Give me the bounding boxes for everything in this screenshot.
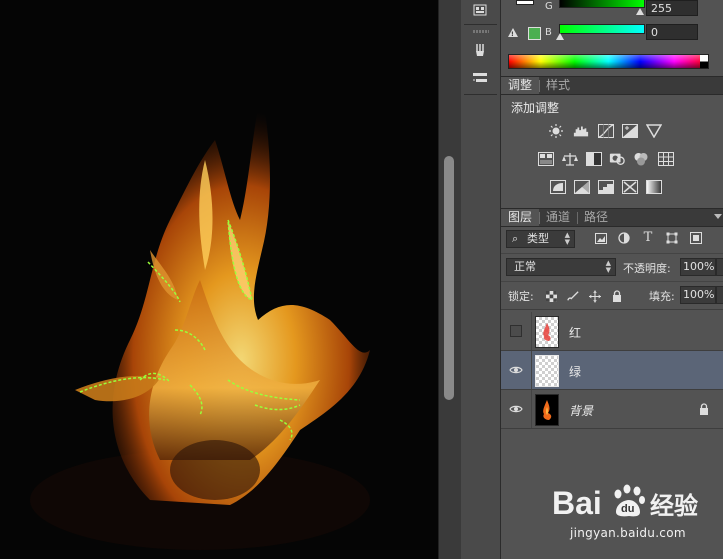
filter-kind-label: 类型 bbox=[527, 232, 549, 245]
lock-image-pixels-icon[interactable] bbox=[567, 290, 579, 302]
opacity-label: 不透明度: bbox=[623, 262, 671, 275]
channel-mixer-icon[interactable] bbox=[633, 152, 649, 166]
layer-row-red[interactable]: 红 bbox=[501, 312, 723, 351]
info-panel-icon[interactable] bbox=[469, 0, 491, 20]
layer-thumbnail bbox=[535, 316, 559, 348]
photo-filter-icon[interactable] bbox=[609, 152, 625, 166]
blend-mode-value: 正常 bbox=[514, 260, 536, 273]
layer-row-background[interactable]: 背景 bbox=[501, 390, 723, 429]
channel-label-g: G bbox=[545, 1, 553, 12]
tab-paths[interactable]: 路径 bbox=[577, 209, 615, 226]
fill-label: 填充: bbox=[649, 290, 675, 303]
opacity-slider-toggle[interactable] bbox=[716, 258, 723, 276]
collapsed-panel-strip bbox=[461, 0, 501, 559]
b-value-field[interactable]: 0 bbox=[646, 24, 698, 40]
filter-smart-objects-icon[interactable] bbox=[690, 232, 702, 244]
layer-row-green[interactable]: 绿 bbox=[501, 351, 723, 390]
web-safe-color-swatch[interactable] bbox=[528, 27, 541, 40]
vibrance-icon[interactable] bbox=[538, 152, 554, 166]
scrollbar-thumb[interactable] bbox=[444, 156, 454, 400]
adjustments-tabbar: 调整 样式 bbox=[501, 76, 723, 95]
layer-thumbnail bbox=[535, 355, 559, 387]
opacity-field[interactable]: 100% bbox=[680, 258, 716, 276]
panel-menu-icon[interactable] bbox=[714, 214, 722, 219]
watermark-url: jingyan.baidu.com bbox=[570, 526, 686, 540]
invert-icon[interactable] bbox=[550, 180, 566, 194]
gradient-triangle-icon[interactable] bbox=[646, 124, 662, 138]
tab-layers[interactable]: 图层 bbox=[501, 209, 540, 226]
g-slider[interactable] bbox=[559, 0, 645, 8]
adjustments-title: 添加调整 bbox=[511, 101, 560, 115]
color-panel: G 255 ! B 0 bbox=[501, 0, 723, 76]
lock-label: 锁定: bbox=[508, 290, 534, 303]
blend-mode-select[interactable]: 正常 ▲ ▼ bbox=[506, 258, 616, 276]
posterize-icon[interactable] bbox=[574, 180, 590, 194]
panel-grip[interactable] bbox=[473, 30, 489, 33]
fill-slider-toggle[interactable] bbox=[716, 286, 723, 304]
filter-pixel-layers-icon[interactable] bbox=[595, 232, 607, 244]
selective-color-icon[interactable] bbox=[622, 180, 638, 194]
eye-icon[interactable] bbox=[509, 404, 523, 414]
g-value-field[interactable]: 255 bbox=[646, 0, 698, 16]
layer-filter-select[interactable]: ⌕ 类型 ▲ ▼ bbox=[506, 230, 575, 248]
eye-icon[interactable] bbox=[509, 365, 523, 375]
search-icon: ⌕ bbox=[512, 232, 519, 245]
tab-styles[interactable]: 样式 bbox=[539, 77, 577, 94]
filter-type-layers-icon[interactable]: T bbox=[642, 231, 654, 244]
right-panel-dock: G 255 ! B 0 调整 样式 添加调整 图层 通道 路径 ⌕ 类型 ▲ ▼… bbox=[501, 0, 723, 559]
g-slider-handle[interactable] bbox=[636, 8, 644, 15]
baidu-jingyan-logo: Bai du 经验 bbox=[552, 484, 698, 521]
tab-adjustments[interactable]: 调整 bbox=[501, 77, 540, 94]
lock-icon bbox=[700, 403, 708, 415]
lock-transparent-pixels-icon[interactable] bbox=[545, 290, 557, 302]
svg-text:经验: 经验 bbox=[650, 492, 698, 520]
lock-all-icon[interactable] bbox=[611, 290, 623, 302]
adjustments-panel: 添加调整 bbox=[501, 95, 723, 208]
b-slider-handle[interactable] bbox=[556, 33, 564, 40]
gradient-map-icon[interactable] bbox=[646, 180, 662, 194]
layer-name[interactable]: 背景 bbox=[569, 402, 593, 419]
tab-channels[interactable]: 通道 bbox=[539, 209, 577, 226]
brush-presets-icon[interactable] bbox=[469, 40, 491, 60]
fill-value: 100% bbox=[683, 288, 715, 301]
fill-field[interactable]: 100% bbox=[680, 286, 716, 304]
svg-text:du: du bbox=[621, 503, 634, 515]
layers-tabbar: 图层 通道 路径 bbox=[501, 208, 723, 227]
filter-shape-layers-icon[interactable] bbox=[666, 232, 678, 244]
document-canvas[interactable] bbox=[0, 0, 438, 559]
curves-icon[interactable] bbox=[598, 124, 614, 138]
layer-name[interactable]: 绿 bbox=[569, 363, 581, 380]
brightness-contrast-icon[interactable] bbox=[548, 124, 564, 138]
exposure-icon[interactable] bbox=[622, 124, 638, 138]
svg-text:Bai: Bai bbox=[552, 485, 602, 521]
layer-thumbnail bbox=[535, 394, 559, 426]
color-spectrum-ramp[interactable] bbox=[508, 54, 709, 69]
color-balance-icon[interactable] bbox=[562, 152, 578, 166]
b-slider[interactable] bbox=[559, 24, 645, 34]
filter-adjustment-layers-icon[interactable] bbox=[618, 232, 630, 244]
lock-position-icon[interactable] bbox=[589, 290, 601, 302]
layer-visibility-toggle[interactable] bbox=[510, 325, 522, 337]
layer-name[interactable]: 红 bbox=[569, 324, 581, 341]
opacity-value: 100% bbox=[683, 260, 715, 273]
color-lookup-icon[interactable] bbox=[658, 152, 674, 166]
black-white-icon[interactable] bbox=[586, 152, 602, 166]
levels-icon[interactable] bbox=[573, 124, 589, 138]
channel-label-b: B bbox=[545, 27, 552, 38]
flame-image bbox=[30, 90, 370, 550]
foreground-swatch[interactable] bbox=[516, 0, 534, 5]
tool-presets-icon[interactable] bbox=[469, 68, 491, 88]
threshold-icon[interactable] bbox=[598, 180, 614, 194]
